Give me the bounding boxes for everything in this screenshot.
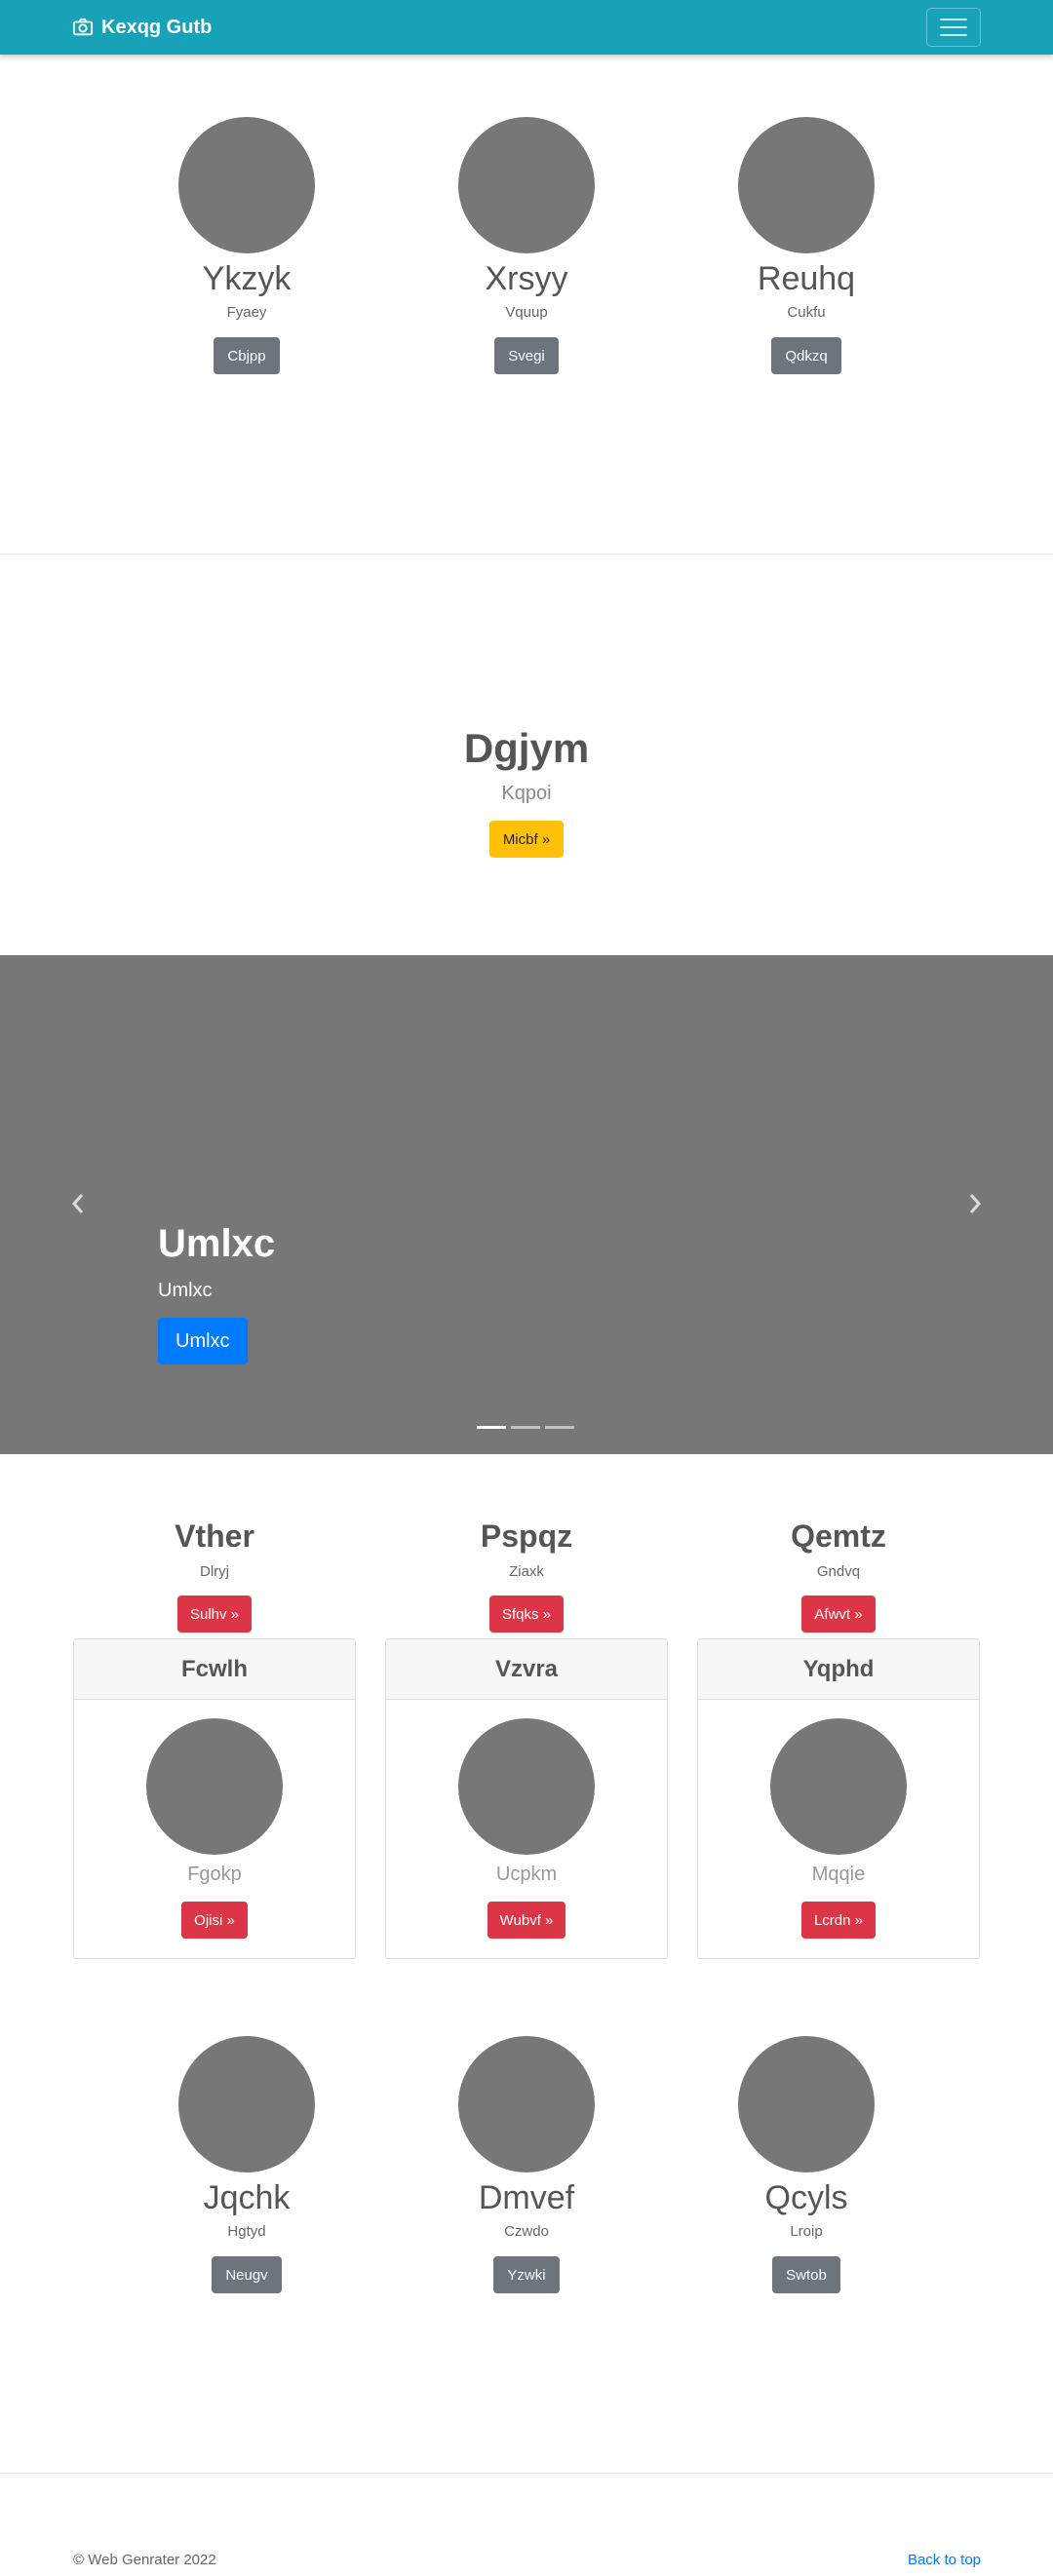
hamburger-line — [940, 26, 967, 28]
card-image — [458, 1718, 595, 1855]
profile-subtitle: Cukfu — [787, 304, 826, 321]
hero-title: Dgjym — [463, 725, 590, 771]
feature-title: Pspqz — [480, 1519, 573, 1554]
profile-button[interactable]: Neugv — [212, 2256, 282, 2293]
brand-label: Kexqg Gutb — [101, 16, 213, 38]
card-subtitle: Mqqie — [811, 1864, 866, 1885]
feature-block: Qemtz Gndvq Afwvt » — [697, 1516, 980, 1633]
profile-name: Dmvef — [478, 2179, 575, 2216]
profile-card: Dmvef Czwdo Yzwki — [380, 2036, 673, 2293]
card-image — [770, 1718, 907, 1855]
profile-name: Ykzyk — [202, 260, 292, 297]
carousel-caption: Umlxc Umlxc Umlxc — [158, 1218, 275, 1365]
profile-subtitle: Vquup — [505, 304, 548, 321]
profile-subtitle: Czwdo — [504, 2223, 549, 2240]
profile-subtitle: Fyaey — [226, 304, 267, 321]
feature-block: Pspqz Ziaxk Sfqks » — [385, 1516, 668, 1633]
profile-name: Qcyls — [764, 2179, 848, 2216]
hamburger-menu-icon — [940, 19, 967, 20]
navbar: Kexqg Gutb — [0, 0, 1053, 55]
card-header: Yqphd — [698, 1639, 979, 1700]
profile-name: Xrsyy — [485, 260, 568, 297]
card: Yqphd Mqqie Lcrdn » — [697, 1638, 980, 1959]
profile-subtitle: Hgtyd — [227, 2223, 266, 2240]
footer-copyright: © Web Genrater 2022 — [73, 2552, 216, 2568]
navbar-brand[interactable]: Kexqg Gutb — [72, 14, 212, 41]
profile-name: Jqchk — [203, 2179, 291, 2216]
profile-image — [738, 117, 875, 253]
profile-image — [458, 117, 595, 253]
card: Fcwlh Fgokp Ojisi » — [73, 1638, 356, 1959]
profile-image — [178, 2036, 315, 2172]
hamburger-line — [940, 34, 967, 36]
carousel-button[interactable]: Umlxc — [158, 1318, 248, 1365]
card-button[interactable]: Wubvf » — [487, 1902, 566, 1939]
feature-block: Vther Dlryj Sulhv » — [73, 1516, 356, 1633]
feature-title: Vther — [175, 1519, 254, 1554]
profile-card: Reuhq Cukfu Qdkzq — [660, 117, 953, 374]
camera-icon — [72, 18, 94, 36]
carousel: Umlxc Umlxc Umlxc — [0, 955, 1053, 1454]
profile-image — [178, 117, 315, 253]
section-divider — [0, 554, 1053, 555]
carousel-subtitle: Umlxc — [158, 1280, 213, 1301]
card-body: Ucpkm Wubvf » — [386, 1700, 667, 1939]
profile-subtitle: Lroip — [790, 2223, 823, 2240]
profile-image — [458, 2036, 595, 2172]
feature-button[interactable]: Sfqks » — [488, 1596, 565, 1633]
profile-card: Xrsyy Vquup Svegi — [380, 117, 673, 374]
carousel-indicator[interactable] — [511, 1426, 540, 1429]
card-subtitle: Ucpkm — [495, 1864, 558, 1885]
card-subtitle: Fgokp — [187, 1864, 242, 1885]
carousel-indicator[interactable] — [477, 1426, 506, 1429]
profile-button[interactable]: Swtob — [772, 2256, 840, 2293]
profile-button[interactable]: Svegi — [494, 337, 559, 374]
card-body: Mqqie Lcrdn » — [698, 1700, 979, 1939]
profile-card: Qcyls Lroip Swtob — [660, 2036, 953, 2293]
profile-button[interactable]: Yzwki — [493, 2256, 560, 2293]
carousel-indicator[interactable] — [545, 1426, 574, 1429]
back-to-top-link[interactable]: Back to top — [908, 2552, 981, 2568]
chevron-right-icon[interactable] — [965, 1189, 985, 1218]
profile-card: Ykzyk Fyaey Cbjpp — [100, 117, 393, 374]
profile-button[interactable]: Cbjpp — [214, 337, 280, 374]
card-button[interactable]: Lcrdn » — [800, 1902, 877, 1939]
profile-name: Reuhq — [757, 260, 856, 297]
profile-card: Jqchk Hgtyd Neugv — [100, 2036, 393, 2293]
profile-image — [738, 2036, 875, 2172]
carousel-title: Umlxc — [158, 1222, 276, 1265]
card-body: Fgokp Ojisi » — [74, 1700, 355, 1939]
card-header: Vzvra — [386, 1639, 667, 1700]
card: Vzvra Ucpkm Wubvf » — [385, 1638, 668, 1959]
feature-subtitle: Dlryj — [200, 1563, 229, 1580]
feature-button[interactable]: Afwvt » — [801, 1596, 876, 1633]
hero-section: Dgjym Kqpoi Micbf » — [0, 721, 1053, 858]
hero-subtitle: Kqpoi — [501, 783, 552, 804]
carousel-indicators — [477, 1426, 574, 1429]
navbar-toggler-button[interactable] — [926, 8, 981, 47]
card-header: Fcwlh — [74, 1639, 355, 1700]
profile-button[interactable]: Qdkzq — [771, 337, 841, 374]
feature-subtitle: Gndvq — [816, 1563, 861, 1580]
chevron-left-icon[interactable] — [68, 1189, 88, 1218]
card-image — [146, 1718, 283, 1855]
feature-subtitle: Ziaxk — [509, 1563, 544, 1580]
feature-button[interactable]: Sulhv » — [176, 1596, 253, 1633]
feature-title: Qemtz — [791, 1519, 886, 1554]
footer-divider — [0, 2473, 1053, 2474]
card-button[interactable]: Ojisi » — [181, 1902, 248, 1939]
hero-button[interactable]: Micbf » — [488, 821, 565, 858]
